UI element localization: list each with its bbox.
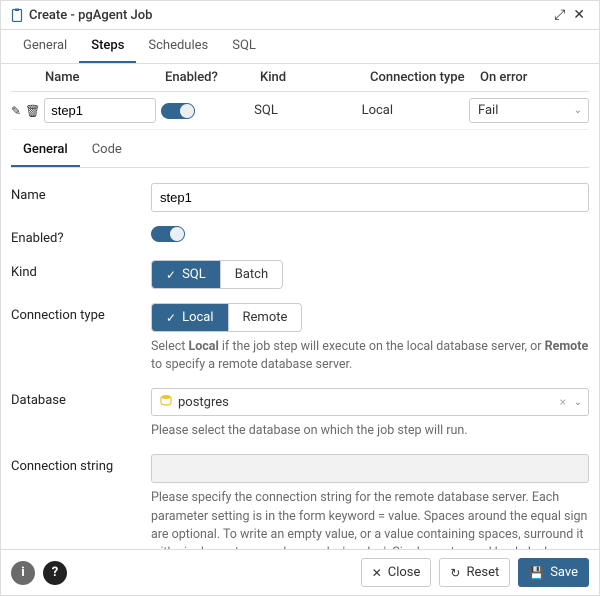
step-form: Name Enabled? Kind ✓ SQL xyxy=(11,168,589,549)
kind-segmented: ✓ SQL Batch xyxy=(151,260,283,289)
label-database: Database xyxy=(11,388,151,408)
check-icon: ✓ xyxy=(166,268,176,282)
step-subtabs: General Code xyxy=(11,134,589,168)
save-button[interactable]: 💾 Save xyxy=(518,558,589,587)
conn-local-label: Local xyxy=(182,310,213,325)
kind-option-sql[interactable]: ✓ SQL xyxy=(152,261,221,288)
content-area: Name Enabled? Kind Connection type On er… xyxy=(1,64,599,549)
subtab-code[interactable]: Code xyxy=(80,134,134,167)
table-row: ✎ 🗑 SQL Local Fail ⌄ xyxy=(11,92,589,130)
th-err: On error xyxy=(480,70,589,85)
close-icon[interactable]: ✕ xyxy=(569,7,589,23)
kind-option-batch[interactable]: Batch xyxy=(221,261,282,288)
refresh-icon: ↻ xyxy=(450,566,460,580)
th-name: Name xyxy=(45,70,165,85)
x-icon: ✕ xyxy=(372,566,382,580)
conn-remote-label: Remote xyxy=(243,310,288,325)
close-label: Close xyxy=(388,565,421,580)
th-conn: Connection type xyxy=(370,70,480,85)
maximize-icon[interactable]: ⤢ xyxy=(550,7,569,23)
info-button[interactable]: i xyxy=(11,561,35,585)
reset-button[interactable]: ↻ Reset xyxy=(439,558,510,587)
conn-option-local[interactable]: ✓ Local xyxy=(152,304,229,331)
save-icon: 💾 xyxy=(529,566,544,580)
connection-string-help: Please specify the connection string for… xyxy=(151,489,589,549)
row-kind: SQL xyxy=(254,103,361,118)
database-help: Please select the database on which the … xyxy=(151,422,589,440)
kind-batch-label: Batch xyxy=(235,267,268,282)
row-conn: Local xyxy=(362,103,469,118)
delete-icon[interactable]: 🗑 xyxy=(25,104,40,118)
row-onerror-value: Fail xyxy=(478,103,498,118)
database-select[interactable]: postgres × ⌄ xyxy=(151,388,589,416)
connection-string-input xyxy=(151,454,589,483)
label-connection-string: Connection string xyxy=(11,454,151,474)
label-enabled: Enabled? xyxy=(11,226,151,246)
database-icon xyxy=(160,394,172,410)
dialog: Create - pgAgent Job ⤢ ✕ General Steps S… xyxy=(0,0,600,596)
name-input[interactable] xyxy=(151,183,589,212)
dialog-footer: i ? ✕ Close ↻ Reset 💾 Save xyxy=(1,549,599,595)
close-button[interactable]: ✕ Close xyxy=(361,558,432,587)
check-icon: ✓ xyxy=(166,311,176,325)
clipboard-icon xyxy=(11,8,23,22)
steps-table-header: Name Enabled? Kind Connection type On er… xyxy=(11,64,589,92)
reset-label: Reset xyxy=(466,565,499,580)
enabled-toggle[interactable] xyxy=(151,226,185,242)
th-kind: Kind xyxy=(260,70,370,85)
row-name-input[interactable] xyxy=(44,98,156,123)
info-icon: i xyxy=(21,565,24,580)
label-name: Name xyxy=(11,183,151,203)
label-kind: Kind xyxy=(11,260,151,280)
subtab-general[interactable]: General xyxy=(11,134,80,167)
clear-icon[interactable]: × xyxy=(560,395,566,409)
question-icon: ? xyxy=(52,565,58,580)
row-onerror-select[interactable]: Fail ⌄ xyxy=(469,98,589,123)
label-connection-type: Connection type xyxy=(11,303,151,323)
connection-type-segmented: ✓ Local Remote xyxy=(151,303,302,332)
conn-option-remote[interactable]: Remote xyxy=(229,304,302,331)
title-bar: Create - pgAgent Job ⤢ ✕ xyxy=(1,1,599,30)
kind-sql-label: SQL xyxy=(182,267,206,282)
help-button[interactable]: ? xyxy=(43,561,67,585)
th-enabled: Enabled? xyxy=(165,70,260,85)
row-enabled-toggle[interactable] xyxy=(161,103,195,119)
dialog-title: Create - pgAgent Job xyxy=(29,8,152,23)
main-tabs: General Steps Schedules SQL xyxy=(1,30,599,64)
tab-schedules[interactable]: Schedules xyxy=(136,30,220,63)
chevron-down-icon: ⌄ xyxy=(574,105,582,116)
chevron-down-icon: ⌄ xyxy=(574,397,582,408)
database-value: postgres xyxy=(178,395,229,410)
tab-sql[interactable]: SQL xyxy=(220,30,268,63)
tab-steps[interactable]: Steps xyxy=(79,30,136,63)
edit-icon[interactable]: ✎ xyxy=(11,104,21,118)
connection-type-help: Select Local if the job step will execut… xyxy=(151,338,589,374)
save-label: Save xyxy=(550,565,578,580)
tab-general[interactable]: General xyxy=(11,30,79,63)
